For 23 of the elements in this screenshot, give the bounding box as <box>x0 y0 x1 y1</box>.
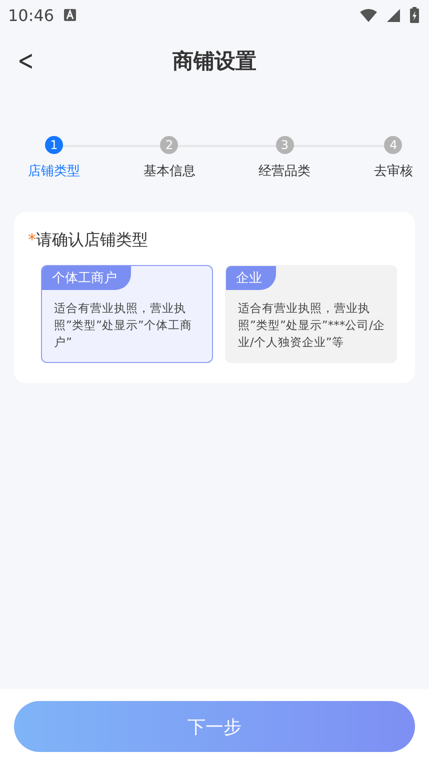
step-label: 经营品类 <box>258 163 311 180</box>
step-label: 去审核 <box>374 163 413 180</box>
back-button[interactable]: < <box>18 44 34 77</box>
step-number: 2 <box>160 136 178 154</box>
store-type-option[interactable]: 企业 适合有营业执照，营业执照”类型”处显示”***公司/企业/个人独资企业”等 <box>225 265 397 363</box>
option-description: 适合有营业执照，营业执照”类型”处显示”***公司/企业/个人独资企业”等 <box>237 300 386 351</box>
required-mark: * <box>28 230 36 249</box>
step-number: 1 <box>45 136 63 154</box>
option-tag: 企业 <box>226 266 276 290</box>
store-type-option[interactable]: 个体工商户 适合有营业执照，营业执照”类型”处显示”个体工商户” <box>41 265 213 363</box>
page-title: 商铺设置 <box>172 48 256 75</box>
step-label: 店铺类型 <box>28 163 80 180</box>
step-number: 3 <box>276 136 294 154</box>
notification-icon <box>64 9 76 21</box>
status-time: 10:46 <box>8 6 54 24</box>
wifi-icon <box>360 8 377 22</box>
step-number: 4 <box>384 136 402 154</box>
signal-icon <box>387 8 400 22</box>
option-tag: 个体工商户 <box>42 266 131 290</box>
step-label: 基本信息 <box>143 163 196 180</box>
option-description: 适合有营业执照，营业执照”类型”处显示”个体工商户” <box>53 300 193 351</box>
label-text: 请确认店铺类型 <box>36 230 148 249</box>
battery-icon <box>410 7 419 23</box>
